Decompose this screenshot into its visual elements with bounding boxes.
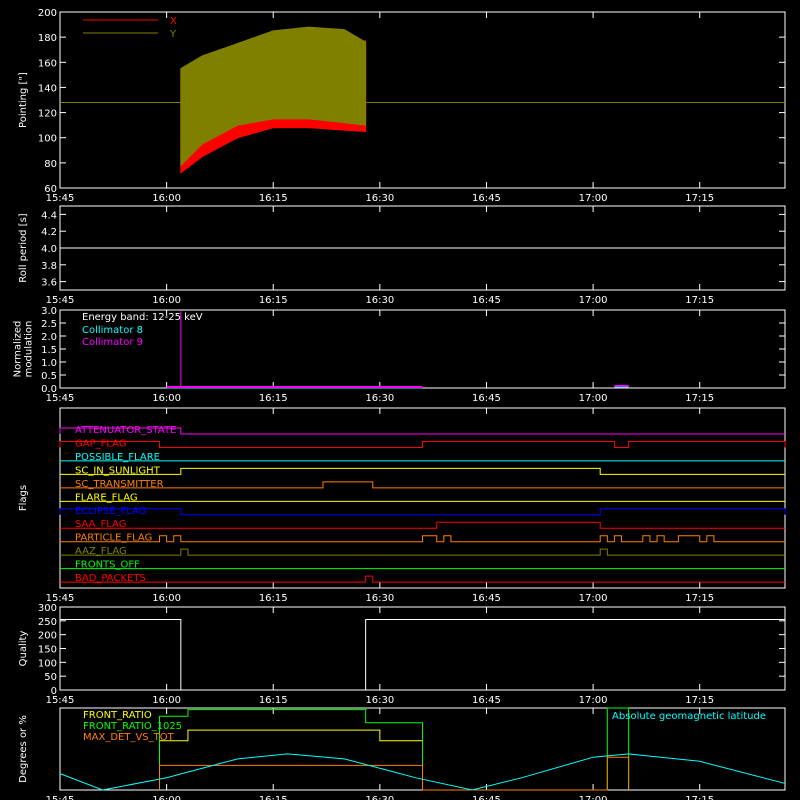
flag-label: GAP_FLAG bbox=[75, 438, 127, 449]
y-tick-label: 4.2 bbox=[41, 227, 57, 238]
x-tick-label: 16:30 bbox=[365, 393, 394, 404]
x-tick-label: 17:00 bbox=[579, 593, 608, 604]
x-tick-label: 16:45 bbox=[472, 193, 501, 204]
y-tick-label: 300 bbox=[38, 603, 57, 614]
figure: 15:45 16:00 16:15 16:30 16:45 17:00 17:15 Point… bbox=[0, 0, 800, 800]
y-tick-label: 2.0 bbox=[41, 332, 57, 343]
flag-label: BAD_PACKETS bbox=[75, 573, 146, 584]
x-tick-label: 17:15 bbox=[685, 193, 714, 204]
y-tick-label: 250 bbox=[38, 617, 57, 628]
y-tick-label: 80 bbox=[44, 159, 57, 170]
x-tick-label: 16:30 bbox=[365, 295, 394, 306]
x-tick-label: 16:00 bbox=[152, 695, 181, 706]
legend-label: Collimator 9 bbox=[82, 337, 143, 348]
y-axis-label: Quality bbox=[18, 631, 29, 667]
x-tick-label: 17:00 bbox=[579, 295, 608, 306]
x-tick-label: 16:00 bbox=[152, 393, 181, 404]
x-tick-label: 16:45 bbox=[472, 295, 501, 306]
legend-label: FRONT_RATIO_1025 bbox=[83, 721, 182, 732]
y-tick-label: 2.5 bbox=[41, 319, 57, 330]
y-tick-label: 0 bbox=[51, 686, 57, 697]
x-tick-label: 16:15 bbox=[259, 193, 288, 204]
y-tick-label: 200 bbox=[38, 8, 57, 19]
x-tick-label: 16:15 bbox=[259, 295, 288, 306]
x-tick-label: 17:00 bbox=[579, 393, 608, 404]
y-tick-label: 150 bbox=[38, 645, 57, 656]
y-tick-label: 140 bbox=[38, 83, 57, 94]
y-tick-label: 3.8 bbox=[41, 261, 57, 272]
y-axis-label: Roll period [s] bbox=[18, 213, 29, 282]
x-tick-label: 16:45 bbox=[472, 593, 501, 604]
y-axis-label: Degrees or % bbox=[18, 715, 29, 783]
y-tick-label: 0.0 bbox=[41, 384, 57, 395]
flag-label: FLARE_FLAG bbox=[75, 492, 138, 503]
legend-label: Collimator 8 bbox=[82, 325, 143, 336]
x-tick-label: 17:15 bbox=[685, 695, 714, 706]
x-tick-label: 17:00 bbox=[579, 193, 608, 204]
x-tick-label: 17:15 bbox=[685, 295, 714, 306]
x-tick-label: 16:15 bbox=[259, 795, 288, 800]
y-tick-label: 50 bbox=[44, 672, 57, 683]
x-tick-label: 16:45 bbox=[472, 795, 501, 800]
annotation: Absolute geomagnetic latitude bbox=[612, 711, 766, 722]
x-tick-label: 16:30 bbox=[365, 695, 394, 706]
y-tick-label: 100 bbox=[38, 658, 57, 669]
legend-label: X bbox=[170, 16, 177, 27]
y-axis-label: Flags bbox=[18, 485, 29, 511]
legend-label: Y bbox=[169, 29, 177, 40]
x-tick-label: 16:45 bbox=[472, 695, 501, 706]
x-tick-label: 16:30 bbox=[365, 193, 394, 204]
x-tick-label: 17:15 bbox=[685, 393, 714, 404]
flag-label: AAZ_FLAG bbox=[75, 546, 127, 557]
y-tick-label: 60 bbox=[44, 184, 57, 195]
y-tick-label: 100 bbox=[38, 134, 57, 145]
x-tick-label: 16:00 bbox=[152, 193, 181, 204]
x-tick-label: 17:00 bbox=[579, 795, 608, 800]
flag-label: PARTICLE_FLAG bbox=[75, 533, 152, 544]
y-tick-label: 0.5 bbox=[41, 371, 57, 382]
y-tick-label: 200 bbox=[38, 631, 57, 642]
x-tick-label: 15:45 bbox=[46, 795, 75, 800]
x-tick-label: 16:00 bbox=[152, 593, 181, 604]
y-tick-label: 4.0 bbox=[41, 244, 57, 255]
x-tick-label: 17:15 bbox=[685, 795, 714, 800]
x-tick-label: 16:15 bbox=[259, 593, 288, 604]
y-axis-label: Normalized bbox=[13, 321, 24, 378]
legend-label: FRONT_RATIO bbox=[83, 710, 152, 721]
flag-label: FRONTS_OFF bbox=[75, 560, 140, 571]
y-tick-label: 160 bbox=[38, 58, 57, 69]
y-tick-label: 1.0 bbox=[41, 358, 57, 369]
x-tick-label: 15:45 bbox=[46, 295, 75, 306]
x-tick-label: 16:15 bbox=[259, 393, 288, 404]
x-tick-label: 16:00 bbox=[152, 295, 181, 306]
x-tick-label: 16:15 bbox=[259, 695, 288, 706]
y-tick-label: 3.6 bbox=[41, 278, 57, 289]
y-tick-label: 1.5 bbox=[41, 345, 57, 356]
y-axis-label: modulation bbox=[24, 321, 35, 378]
legend-title: Energy band: 12-25 keV bbox=[82, 312, 203, 323]
y-tick-label: 3.0 bbox=[41, 306, 57, 317]
x-tick-label: 16:30 bbox=[365, 795, 394, 800]
y-axis-label: Pointing ["] bbox=[18, 72, 29, 128]
flag-label: SC_IN_SUNLIGHT bbox=[75, 465, 161, 476]
flag-label: ATTENUATOR_STATE bbox=[75, 425, 176, 436]
y-tick-label: 180 bbox=[38, 33, 57, 44]
x-tick-label: 16:45 bbox=[472, 393, 501, 404]
flag-label: ECLIPSE_FLAG bbox=[75, 506, 146, 517]
flag-label: SAA_FLAG bbox=[75, 519, 126, 530]
flag-label: SC_TRANSMITTER bbox=[75, 479, 164, 490]
x-tick-label: 16:00 bbox=[152, 795, 181, 800]
legend-label: MAX_DET_VS_TOT bbox=[83, 732, 175, 743]
x-tick-label: 17:00 bbox=[579, 695, 608, 706]
y-tick-label: 4.4 bbox=[41, 210, 57, 221]
x-tick-label: 16:30 bbox=[365, 593, 394, 604]
y-tick-label: 120 bbox=[38, 109, 57, 120]
x-tick-label: 17:15 bbox=[685, 593, 714, 604]
flag-label: POSSIBLE_FLARE bbox=[75, 452, 160, 463]
